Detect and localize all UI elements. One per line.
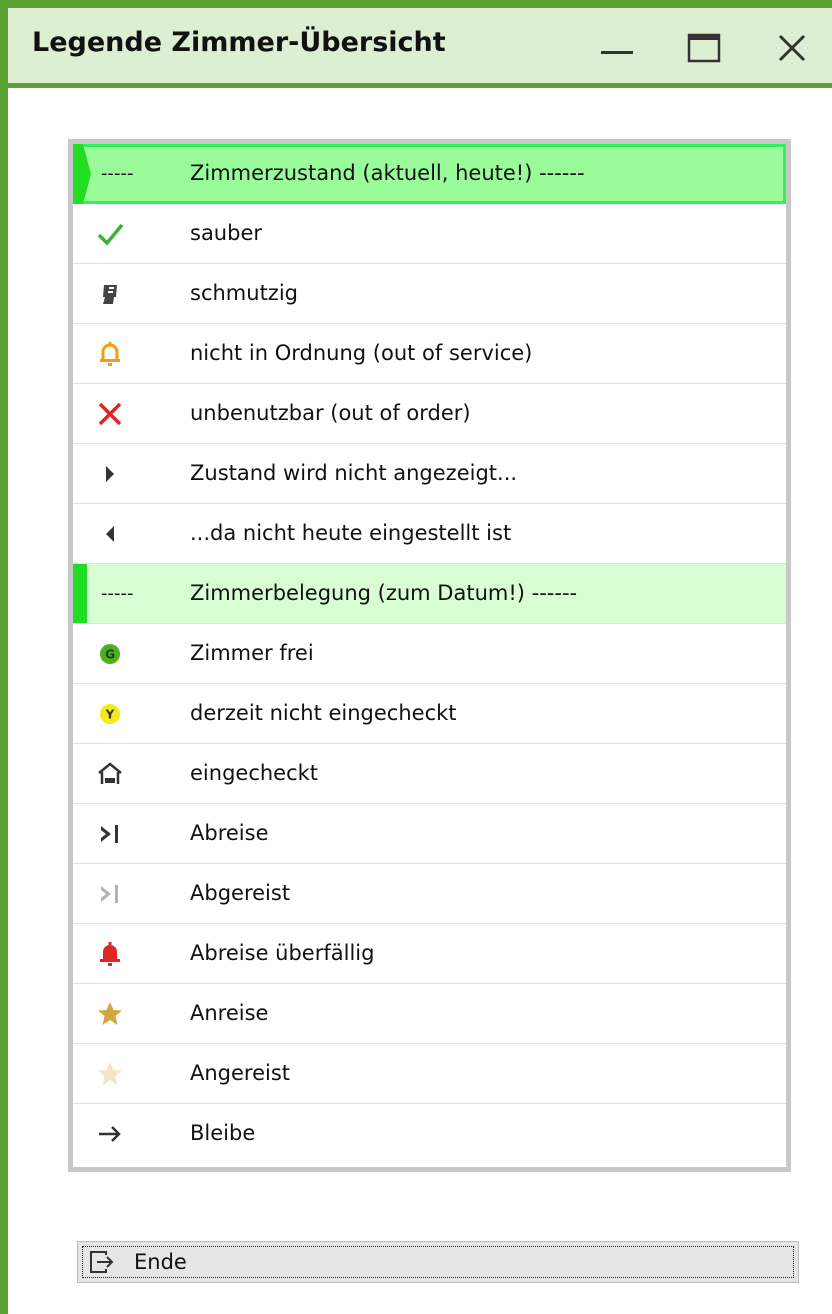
bell-outline-icon xyxy=(95,339,125,369)
list-item-label: Zustand wird nicht angezeigt... xyxy=(190,461,518,485)
list-item-arrival[interactable]: Anreise xyxy=(73,984,786,1044)
minimize-icon xyxy=(601,51,633,54)
yellow-badge-text: Y xyxy=(105,708,115,722)
section-label: Zimmerzustand (aktuell, heute!) ------ xyxy=(190,161,585,185)
check-icon xyxy=(95,219,125,249)
list-item-label: schmutzig xyxy=(190,281,298,305)
arrow-right-icon xyxy=(95,1119,125,1149)
cross-icon xyxy=(95,399,125,429)
list-item-label: Zimmer frei xyxy=(190,641,314,665)
list-item-section-current-state[interactable]: ----- Zimmerzustand (aktuell, heute!) --… xyxy=(73,144,786,204)
list-item-out-of-order[interactable]: unbenutzbar (out of order) xyxy=(73,384,786,444)
departure-icon xyxy=(95,819,125,849)
list-item-departure-overdue[interactable]: Abreise überfällig xyxy=(73,924,786,984)
minimize-button[interactable] xyxy=(595,26,639,70)
list-item-stay[interactable]: Bleibe xyxy=(73,1104,786,1164)
list-item-departure[interactable]: Abreise xyxy=(73,804,786,864)
focus-outline xyxy=(82,1246,794,1278)
window-title: Legende Zimmer-Übersicht xyxy=(32,27,446,58)
star-pale-icon xyxy=(95,1059,125,1089)
list-item-section-booking[interactable]: ----- Zimmerbelegung (zum Datum!) ------ xyxy=(73,564,786,624)
list-item-label: eingecheckt xyxy=(190,761,319,785)
yellow-circle-icon: Y xyxy=(95,699,125,729)
list-item-not-checked-in[interactable]: Y derzeit nicht eingecheckt xyxy=(73,684,786,744)
list-item-label: Abgereist xyxy=(190,881,291,905)
star-icon xyxy=(95,999,125,1029)
list-item-room-free[interactable]: G Zimmer frei xyxy=(73,624,786,684)
list-item-label: Abreise überfällig xyxy=(190,941,375,965)
legend-window: Legende Zimmer-Übersicht ----- Zimmerzus… xyxy=(0,0,832,1314)
title-bar[interactable]: Legende Zimmer-Übersicht xyxy=(8,8,832,88)
section-marker xyxy=(73,144,91,204)
green-badge-text: G xyxy=(105,648,115,662)
list-item-arrived[interactable]: Angereist xyxy=(73,1044,786,1104)
section-prefix: ----- xyxy=(101,583,134,604)
triangle-left-icon xyxy=(95,519,125,549)
list-item-out-of-service[interactable]: nicht in Ordnung (out of service) xyxy=(73,324,786,384)
list-item-clean[interactable]: sauber xyxy=(73,204,786,264)
close-button[interactable] xyxy=(770,26,814,70)
list-item-departed[interactable]: Abgereist xyxy=(73,864,786,924)
section-prefix: ----- xyxy=(101,163,134,184)
maximize-icon xyxy=(687,33,721,63)
list-item-label: Abreise xyxy=(190,821,269,845)
list-item-label: nicht in Ordnung (out of service) xyxy=(190,341,533,365)
list-item-checked-in[interactable]: eingecheckt xyxy=(73,744,786,804)
list-item-label: unbenutzbar (out of order) xyxy=(190,401,471,425)
ende-button[interactable]: Ende xyxy=(77,1241,799,1283)
departed-icon xyxy=(95,879,125,909)
section-marker xyxy=(73,564,87,623)
ende-label: Ende xyxy=(134,1250,187,1274)
list-item-state-hidden[interactable]: Zustand wird nicht angezeigt... xyxy=(73,444,786,504)
list-item-label: sauber xyxy=(190,221,263,245)
triangle-right-icon xyxy=(95,459,125,489)
list-item-label: derzeit nicht eingecheckt xyxy=(190,701,457,725)
close-icon xyxy=(778,34,806,62)
list-item-label: Bleibe xyxy=(190,1121,256,1145)
maximize-button[interactable] xyxy=(682,26,726,70)
dirty-icon xyxy=(95,279,125,309)
green-circle-icon: G xyxy=(95,639,125,669)
list-item-label: Angereist xyxy=(190,1061,291,1085)
bell-filled-icon xyxy=(95,939,125,969)
section-label: Zimmerbelegung (zum Datum!) ------ xyxy=(190,581,578,605)
list-item-not-today[interactable]: ...da nicht heute eingestellt ist xyxy=(73,504,786,564)
list-item-label: ...da nicht heute eingestellt ist xyxy=(190,521,512,545)
list-item-dirty[interactable]: schmutzig xyxy=(73,264,786,324)
legend-list: ----- Zimmerzustand (aktuell, heute!) --… xyxy=(68,139,791,1172)
list-item-label: Anreise xyxy=(190,1001,269,1025)
exit-icon xyxy=(90,1251,114,1273)
house-bed-icon xyxy=(95,759,125,789)
